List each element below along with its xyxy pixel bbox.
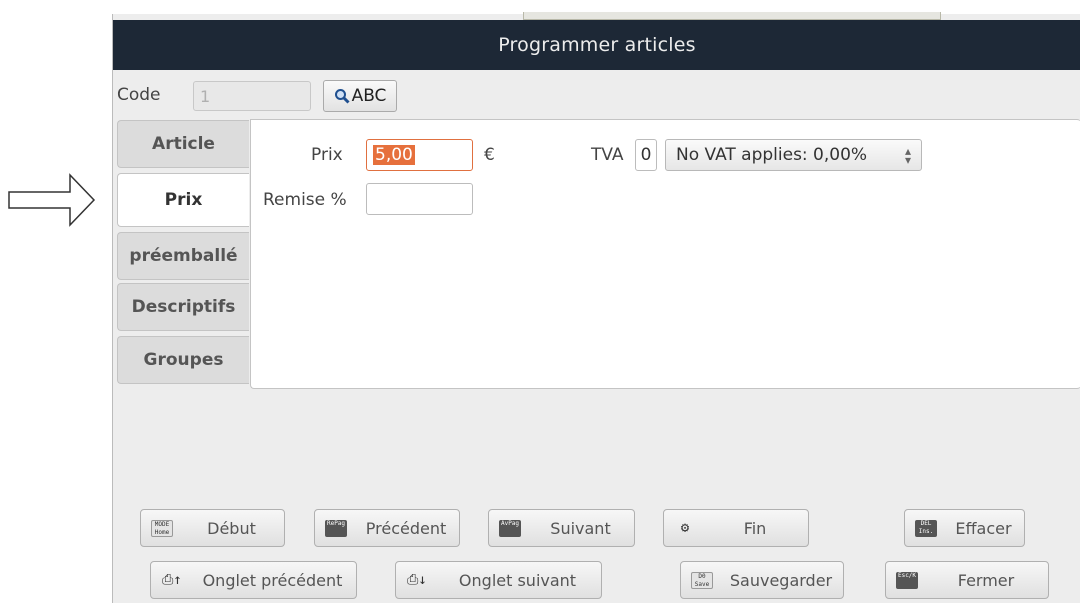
sauvegarder-button[interactable]: D0 Save Sauvegarder bbox=[680, 561, 844, 599]
fermer-button[interactable]: Esc/K Fermer bbox=[885, 561, 1049, 599]
effacer-button[interactable]: DEL Ins. Effacer bbox=[904, 509, 1025, 547]
esc-key-icon: Esc/K bbox=[896, 572, 918, 589]
prix-panel: Prix 5,00 € TVA 0 No VAT applies: 0,00% … bbox=[250, 119, 1080, 389]
tab-groupes[interactable]: Groupes bbox=[117, 336, 249, 384]
onglet-precedent-button[interactable]: ⎙↑ Onglet précédent bbox=[150, 561, 357, 599]
repag-key-icon: RePag bbox=[325, 520, 347, 537]
printer-up-icon: ⎙↑ bbox=[162, 572, 182, 588]
tab-descriptifs[interactable]: Descriptifs bbox=[117, 283, 249, 331]
window-title: Programmer articles bbox=[113, 20, 1080, 70]
remise-input[interactable] bbox=[366, 183, 473, 215]
tab-article[interactable]: Article bbox=[117, 120, 249, 168]
code-input[interactable]: 1 bbox=[193, 81, 311, 111]
pointer-arrow-icon bbox=[8, 173, 96, 227]
suivant-label: Suivant bbox=[550, 519, 611, 538]
debut-button[interactable]: MODE Home Début bbox=[140, 509, 285, 547]
gear-icon: ⚙ bbox=[680, 520, 690, 536]
tva-code-field[interactable]: 0 bbox=[635, 139, 657, 171]
precedent-label: Précédent bbox=[365, 519, 447, 538]
tab-prix[interactable]: Prix bbox=[117, 173, 249, 227]
debut-label: Début bbox=[207, 519, 256, 538]
precedent-button[interactable]: RePag Précédent bbox=[314, 509, 460, 547]
updown-arrows-icon: ▴ ▾ bbox=[904, 144, 911, 167]
onglet-suivant-label: Onglet suivant bbox=[458, 571, 577, 590]
mode-key-icon: MODE Home bbox=[151, 520, 173, 537]
del-key-icon: DEL Ins. bbox=[915, 520, 937, 537]
prix-value: 5,00 bbox=[373, 145, 415, 165]
prix-input[interactable]: 5,00 bbox=[366, 139, 473, 171]
effacer-label: Effacer bbox=[955, 519, 1012, 538]
fin-button[interactable]: ⚙ Fin bbox=[663, 509, 809, 547]
fermer-label: Fermer bbox=[957, 571, 1015, 590]
vat-select-value: No VAT applies: 0,00% bbox=[676, 145, 868, 165]
sauvegarder-label: Sauvegarder bbox=[729, 571, 833, 590]
vat-select[interactable]: No VAT applies: 0,00% ▴ ▾ bbox=[665, 139, 922, 171]
suivant-button[interactable]: AvPag Suivant bbox=[488, 509, 635, 547]
search-icon bbox=[334, 89, 350, 104]
prix-label: Prix bbox=[311, 145, 343, 165]
search-abc-label: ABC bbox=[351, 86, 387, 106]
currency-symbol: € bbox=[484, 145, 495, 165]
search-abc-button[interactable]: ABC bbox=[323, 80, 397, 112]
top-strip bbox=[523, 12, 941, 20]
printer-down-icon: ⎙↓ bbox=[407, 572, 427, 588]
avpag-key-icon: AvPag bbox=[499, 520, 521, 537]
tab-preemballe[interactable]: préemballé bbox=[117, 232, 249, 280]
code-row: Code 1 ABC bbox=[113, 80, 1080, 112]
remise-label: Remise % bbox=[263, 190, 347, 210]
code-label: Code bbox=[117, 85, 161, 105]
save-key-icon: D0 Save bbox=[691, 572, 713, 589]
onglet-suivant-button[interactable]: ⎙↓ Onglet suivant bbox=[395, 561, 602, 599]
tva-label: TVA bbox=[591, 145, 624, 165]
app-window: Programmer articles Code 1 ABC Article P… bbox=[112, 12, 1080, 603]
fin-label: Fin bbox=[743, 519, 767, 538]
onglet-precedent-label: Onglet précédent bbox=[202, 571, 343, 590]
